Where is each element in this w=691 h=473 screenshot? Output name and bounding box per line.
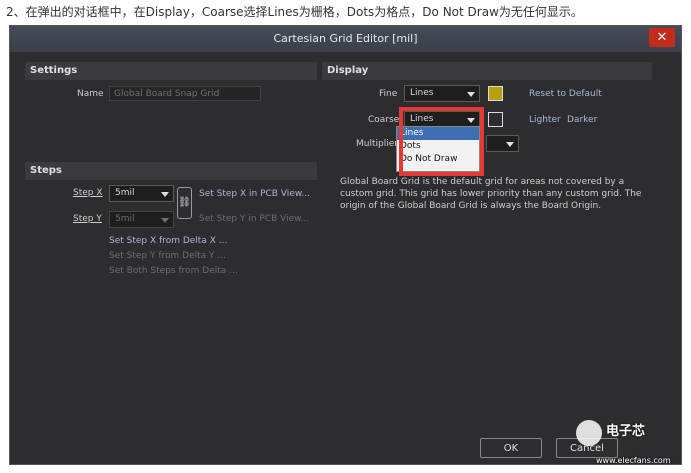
step-y-combo[interactable]: 5mil [109, 211, 174, 228]
grid-description: Global Board Grid is the default grid fo… [340, 177, 642, 211]
lighter-link[interactable]: Lighter [529, 115, 561, 125]
chevron-down-icon [161, 218, 169, 223]
chevron-down-icon [506, 142, 514, 147]
annotation-highlight-box [399, 107, 484, 176]
set-step-y-delta-link[interactable]: Set Step Y from Delta Y ... [109, 251, 226, 261]
step-y-value: 5mil [115, 214, 135, 224]
chevron-down-icon [467, 92, 475, 97]
multiplier-label: Multiplier [356, 139, 398, 149]
settings-header: Settings [25, 62, 317, 80]
ok-button[interactable]: OK [480, 438, 542, 458]
reset-default-link[interactable]: Reset to Default [529, 89, 602, 99]
set-both-delta-link[interactable]: Set Both Steps from Delta ... [109, 266, 238, 276]
watermark-logo-icon [576, 420, 602, 446]
set-step-y-pcb-link[interactable]: Set Step Y in PCB View... [199, 214, 309, 224]
multiplier-combo[interactable] [486, 135, 519, 152]
watermark-text: 电子芯 [606, 424, 646, 439]
link-steps-toggle[interactable]: ⛓ [177, 187, 192, 219]
close-button[interactable]: ✕ [649, 28, 675, 47]
darker-link[interactable]: Darker [567, 115, 597, 125]
caption-text: 2、在弹出的对话框中，在Display，Coarse选择Lines为栅格，Dot… [6, 5, 583, 19]
fine-combo[interactable]: Lines [404, 85, 480, 102]
step-x-value: 5mil [115, 188, 135, 198]
title-bar[interactable]: Cartesian Grid Editor [mil] ✕ [10, 26, 681, 53]
fine-color-swatch[interactable] [488, 86, 503, 101]
coarse-label: Coarse [368, 115, 400, 125]
set-step-x-delta-link[interactable]: Set Step X from Delta X ... [109, 236, 227, 246]
name-label: Name [77, 89, 104, 99]
step-x-label: Step X [73, 188, 103, 198]
display-header: Display [322, 62, 652, 80]
window-title: Cartesian Grid Editor [mil] [273, 32, 418, 45]
step-x-combo[interactable]: 5mil [109, 185, 174, 202]
step-y-label: Step Y [73, 214, 102, 224]
set-step-x-pcb-link[interactable]: Set Step X in PCB View... [199, 189, 310, 199]
watermark-url: www.elecfans.com [596, 456, 671, 465]
coarse-color-swatch[interactable] [488, 112, 503, 127]
fine-value: Lines [410, 88, 434, 98]
fine-label: Fine [379, 89, 398, 99]
steps-header: Steps [25, 162, 317, 180]
chain-link-icon: ⛓ [178, 197, 191, 208]
chevron-down-icon [161, 192, 169, 197]
name-field[interactable]: Global Board Snap Grid [109, 86, 261, 101]
